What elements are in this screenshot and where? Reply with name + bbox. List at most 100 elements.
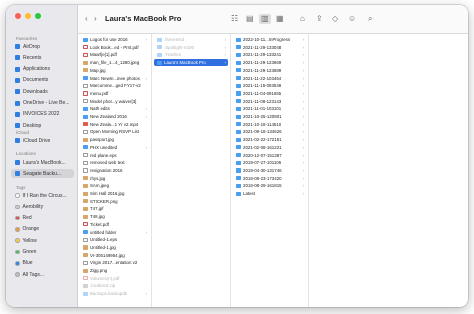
zoom-button[interactable] bbox=[35, 13, 41, 19]
sidebar-item-1[interactable]: Recents bbox=[11, 53, 74, 62]
list-view-icon[interactable]: ▤ bbox=[246, 14, 254, 24]
sidebar-item-5[interactable]: OneDrive - Live Be... bbox=[11, 99, 74, 108]
list-item[interactable]: Ticket.pdf bbox=[80, 221, 149, 228]
list-item[interactable]: 2021-11-08-123143 › bbox=[233, 98, 306, 105]
list-item[interactable]: Model phot...y waiver[3] bbox=[80, 98, 149, 105]
tag-icon[interactable]: ◇ bbox=[332, 14, 338, 24]
list-item[interactable]: PHX unedited › bbox=[80, 144, 149, 151]
sidebar-item-4[interactable]: Downloads bbox=[11, 87, 74, 96]
list-item[interactable]: Zigg.png bbox=[80, 267, 149, 274]
column-view-icon[interactable]: ▥ bbox=[259, 14, 271, 24]
list-item[interactable]: red plane.eps bbox=[80, 152, 149, 159]
more-options-icon[interactable]: ☺ bbox=[348, 14, 356, 24]
sidebar-item-3[interactable]: Documents bbox=[11, 76, 74, 85]
list-item[interactable]: STICKER.png bbox=[80, 198, 149, 205]
list-item[interactable]: rhys.jpg bbox=[80, 175, 149, 182]
list-item[interactable]: resignation 2016 bbox=[80, 167, 149, 174]
search-icon[interactable]: ⌕ bbox=[368, 14, 372, 24]
group-icon[interactable]: ⌂ bbox=[300, 14, 305, 24]
item-label: 2021-10-25-120801 bbox=[243, 114, 282, 120]
gallery-view-icon[interactable]: ▦ bbox=[276, 14, 284, 24]
list-item[interactable]: passport.jpg bbox=[80, 136, 149, 143]
drive-icon bbox=[15, 171, 20, 176]
list-item[interactable]: .localized.zip bbox=[80, 282, 149, 289]
list-item[interactable]: .Spotlight-V100 › bbox=[154, 44, 228, 51]
list-item[interactable]: SAm.jpeg bbox=[80, 182, 149, 189]
forward-button[interactable]: › bbox=[94, 14, 97, 24]
list-item[interactable]: 2021-02-22-172151 › bbox=[233, 136, 306, 143]
chevron-right-icon: › bbox=[302, 183, 304, 189]
list-item[interactable]: VI-305149954.jpg bbox=[80, 252, 149, 259]
sidebar-item-7[interactable]: Desktop bbox=[11, 121, 74, 130]
sidebar-item-0[interactable]: AirDrop bbox=[11, 42, 74, 51]
list-item[interactable]: Marc Newm...inee photos › bbox=[80, 75, 149, 82]
list-item[interactable]: .fseventsd › bbox=[154, 36, 228, 43]
folder-icon bbox=[83, 230, 88, 235]
icon-view-icon[interactable]: ☷ bbox=[231, 14, 238, 24]
tag-item-5[interactable]: Green bbox=[11, 248, 74, 257]
list-item[interactable]: Maarfje[1].pdf bbox=[80, 51, 149, 58]
list-item[interactable]: 2021-11-29-133048 › bbox=[233, 44, 306, 51]
list-item[interactable]: 2021-09-18-134626 › bbox=[233, 128, 306, 135]
list-item[interactable]: 2021-11-29-123689 › bbox=[233, 67, 306, 74]
list-item[interactable]: T48.jpg bbox=[80, 213, 149, 220]
list-item[interactable]: 2019-07-27-101106 › bbox=[233, 159, 306, 166]
list-item[interactable]: Sim Hall 2016.jpg bbox=[80, 190, 149, 197]
sidebar-item-macbook[interactable]: Laura's MacBook... bbox=[11, 158, 74, 167]
list-item[interactable]: Untitled-1.eps bbox=[80, 236, 149, 243]
list-item[interactable]: 2020-12-07-151387 › bbox=[233, 152, 306, 159]
list-item[interactable]: Laura's MacBook Pro › bbox=[154, 59, 228, 67]
tag-item-6[interactable]: Blue bbox=[11, 259, 74, 268]
sidebar-item-seagate[interactable]: Seagate Backu... bbox=[11, 169, 74, 178]
tag-item-2[interactable]: Red bbox=[11, 214, 74, 223]
list-item[interactable]: Volumes(n).pdf bbox=[80, 275, 149, 282]
list-item[interactable]: man_file_1...4_1280.jpeg bbox=[80, 59, 149, 66]
close-button[interactable] bbox=[15, 13, 21, 19]
img-icon bbox=[83, 137, 88, 142]
list-item[interactable]: 2018-08-23-173420 › bbox=[233, 175, 306, 182]
sidebar-item-6[interactable]: INVOICES 2022 bbox=[11, 110, 74, 119]
list-item[interactable]: 2022-10-11...InProgress › bbox=[233, 36, 306, 43]
list-item[interactable]: T47.jpf bbox=[80, 205, 149, 212]
list-item[interactable]: 2021-11-04-091655 › bbox=[233, 90, 306, 97]
list-item[interactable]: menu.pdf bbox=[80, 90, 149, 97]
list-item[interactable]: Look Book...ed - Prnt.pdf bbox=[80, 44, 149, 51]
list-item[interactable]: 2018-08-29-161815 › bbox=[233, 182, 306, 189]
list-item[interactable]: Marcomme...ged FY17-v2 bbox=[80, 82, 149, 89]
list-item[interactable]: removed web text bbox=[80, 159, 149, 166]
back-button[interactable]: ‹ bbox=[85, 14, 88, 24]
share-icon[interactable]: ⇪ bbox=[316, 14, 323, 24]
list-item[interactable]: Nath edits › bbox=[80, 105, 149, 112]
folder-icon bbox=[236, 145, 241, 150]
list-item[interactable]: Open Morning RSVP List bbox=[80, 128, 149, 135]
list-item[interactable]: 2021-11-29-123669 › bbox=[233, 59, 306, 66]
list-item[interactable]: Virgin 2017...entation v2 bbox=[80, 259, 149, 266]
tag-item-3[interactable]: Orange bbox=[11, 225, 74, 234]
sidebar-item-icloud-drive[interactable]: iCloud Drive bbox=[11, 136, 74, 145]
list-item[interactable]: 2021-10-25-120801 › bbox=[233, 113, 306, 120]
tag-item-1[interactable]: Aerobility bbox=[11, 202, 74, 211]
tag-item-4[interactable]: Yellow bbox=[11, 236, 74, 245]
tag-item-7[interactable]: All Tags... bbox=[11, 270, 74, 279]
list-item[interactable]: 2021-10-18-114510 › bbox=[233, 121, 306, 128]
list-item[interactable]: Backups.backupdb › bbox=[80, 290, 149, 297]
list-item[interactable]: Map.jpg bbox=[80, 67, 149, 74]
list-item[interactable]: 2021-02-08-161221 › bbox=[233, 144, 306, 151]
list-item[interactable]: New Zealand 2016 › bbox=[80, 113, 149, 120]
item-label: 2021-02-08-161221 bbox=[243, 144, 282, 150]
sidebar-item-7-label: Desktop bbox=[23, 122, 42, 129]
list-item[interactable]: Untitled-1.jpg bbox=[80, 244, 149, 251]
minimize-button[interactable] bbox=[25, 13, 31, 19]
list-item[interactable]: 2021-11-22-103454 › bbox=[233, 75, 306, 82]
tag-item-0[interactable]: If I Ran the Circus... bbox=[11, 191, 74, 200]
sidebar-item-2[interactable]: Applications bbox=[11, 65, 74, 74]
list-item[interactable]: .Trashes › bbox=[154, 51, 228, 58]
list-item[interactable]: Logos for use 2016 › bbox=[80, 36, 149, 43]
list-item[interactable]: 2021-11-01-103101 › bbox=[233, 105, 306, 112]
list-item[interactable]: 2019-04-30-131746 › bbox=[233, 167, 306, 174]
list-item[interactable]: 2021-11-29-133241 › bbox=[233, 51, 306, 58]
list-item[interactable]: 2021-11-15-093548 › bbox=[233, 82, 306, 89]
list-item[interactable]: untitled folder › bbox=[80, 229, 149, 236]
list-item[interactable]: New Zeala...1 Yr v2.mp4 bbox=[80, 121, 149, 128]
list-item[interactable]: Latest › bbox=[233, 190, 306, 197]
